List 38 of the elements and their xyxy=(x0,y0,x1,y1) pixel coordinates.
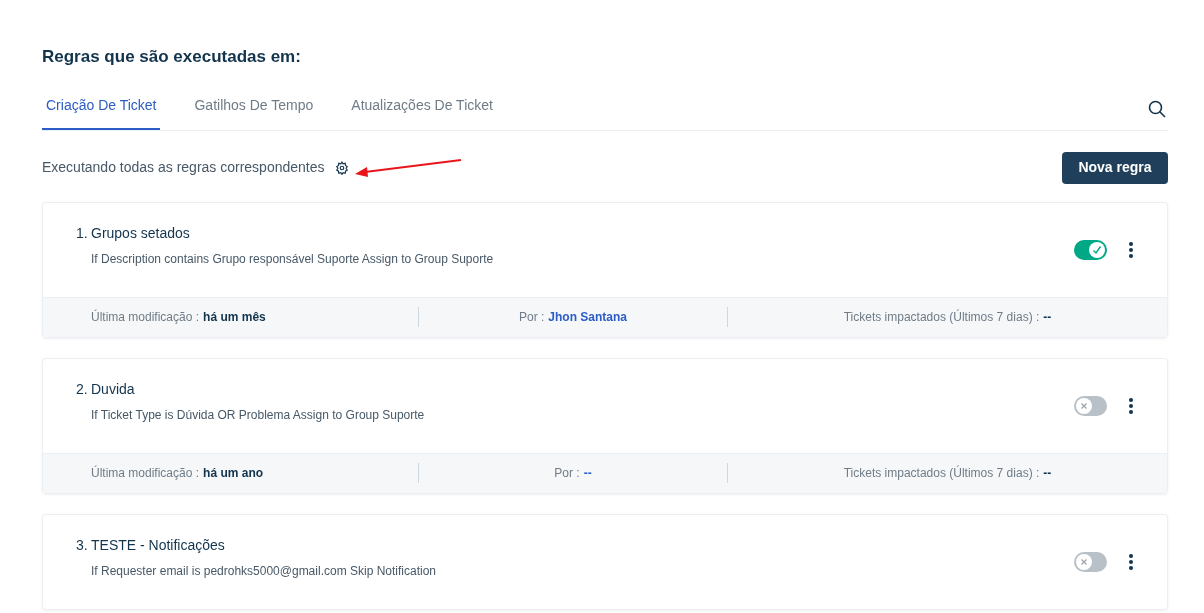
modified-label: Última modificação : xyxy=(91,308,200,326)
tab[interactable]: Atualizações De Ticket xyxy=(347,94,497,130)
modified-label: Última modificação : xyxy=(91,464,200,482)
modified-value: há um ano xyxy=(203,465,264,482)
new-rule-button[interactable]: Nova regra xyxy=(1062,151,1168,184)
check-icon xyxy=(1092,244,1102,255)
toggle-switch[interactable] xyxy=(1074,551,1107,572)
impact-label: Tickets impactados (Últimos 7 dias) : xyxy=(843,308,1040,326)
author-value: Jhon Santana xyxy=(548,309,627,326)
rule-name: Grupos setados xyxy=(91,224,190,243)
impact-value: -- xyxy=(1043,309,1052,326)
tab[interactable]: Gatilhos De Tempo xyxy=(190,94,318,130)
search-icon[interactable] xyxy=(1148,99,1166,118)
author-label: Por : xyxy=(519,309,545,326)
rule-description: If Description contains Grupo responsável Suporte Assign to Group Suporte xyxy=(91,251,495,268)
settings-icon[interactable] xyxy=(334,160,349,175)
rule-name: Duvida xyxy=(91,380,135,399)
rule-description: If Ticket Type is Dúvida OR Problema Assign to Group Suporte xyxy=(91,407,426,424)
x-icon xyxy=(1080,557,1088,566)
toggle-switch[interactable] xyxy=(1074,395,1107,416)
rule-number: 3. xyxy=(76,536,89,555)
toggle-switch[interactable] xyxy=(1074,239,1107,260)
rule-number: 1. xyxy=(76,224,89,243)
rule-name: TESTE - Notificações xyxy=(91,536,225,555)
author-label: Por : xyxy=(554,465,580,482)
author-value: -- xyxy=(583,465,592,482)
rule-description: If Requester email is pedrohks5000@gmail.com Skip Notification xyxy=(91,563,437,580)
mode-text: Executando todas as regras correspondentes xyxy=(42,158,325,177)
rule-number: 2. xyxy=(76,380,89,399)
vertical-dots-icon xyxy=(1128,240,1134,259)
impact-label: Tickets impactados (Últimos 7 dias) : xyxy=(843,464,1040,482)
vertical-dots-icon xyxy=(1128,552,1134,571)
modified-value: há um mês xyxy=(203,309,266,326)
tab[interactable]: Criação De Ticket xyxy=(42,94,161,130)
vertical-dots-icon xyxy=(1128,396,1134,415)
page-title: Regras que são executadas em: xyxy=(42,46,302,68)
x-icon xyxy=(1080,401,1088,410)
impact-value: -- xyxy=(1043,465,1052,482)
